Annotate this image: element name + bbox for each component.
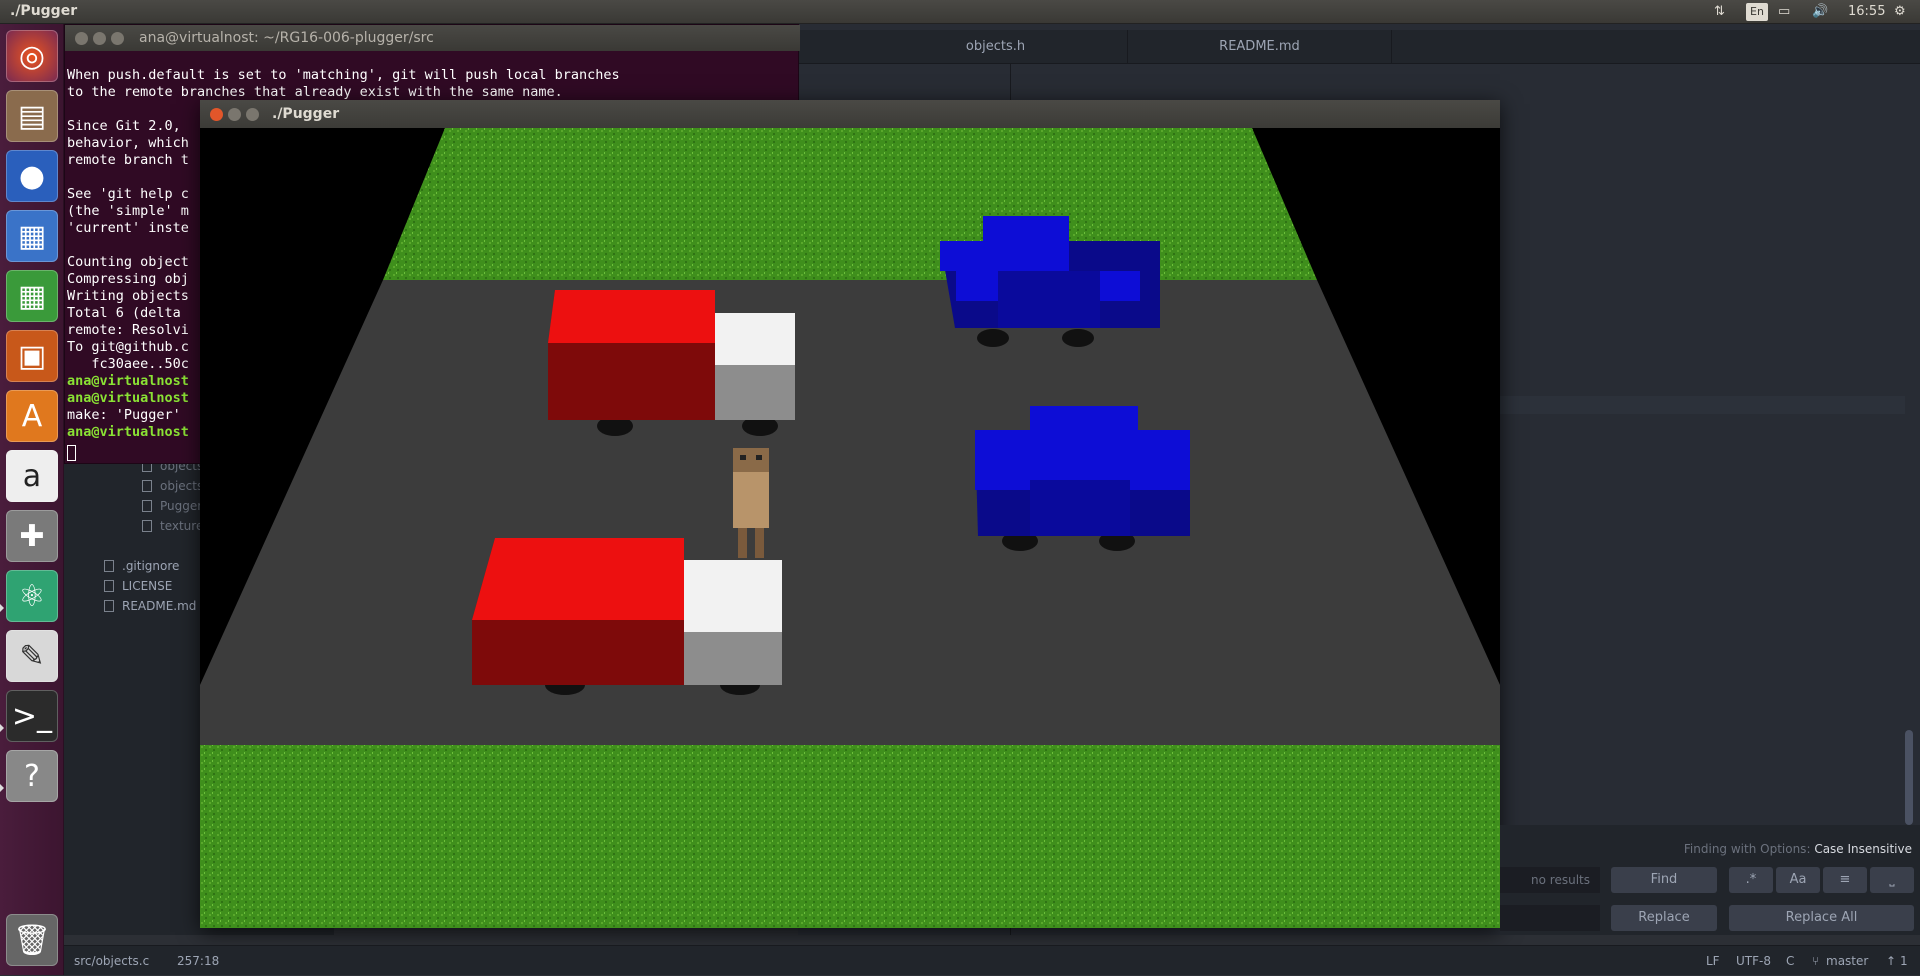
- launcher: ◎ ▤ ● ▦ ▦ ▣ A a ✚ ⚛ ✎ >_ ? 🗑: [0, 24, 64, 975]
- pugger-titlebar: ./Pugger: [200, 100, 1500, 128]
- book-icon: [104, 600, 114, 612]
- terminal-cursor: [67, 445, 76, 461]
- amazon-icon[interactable]: a: [6, 450, 58, 502]
- editor-scrollbar[interactable]: [1905, 730, 1913, 825]
- file-icon: [104, 560, 114, 572]
- regex-toggle[interactable]: .*: [1729, 867, 1773, 893]
- find-button[interactable]: Find: [1611, 867, 1717, 893]
- settings-icon[interactable]: ✚: [6, 510, 58, 562]
- running-indicator: [0, 604, 4, 612]
- tree-file[interactable]: README.md: [104, 596, 196, 616]
- status-line-ending[interactable]: LF: [1706, 946, 1720, 976]
- status-branch[interactable]: master: [1826, 946, 1868, 976]
- gear-icon[interactable]: ⚙: [1894, 2, 1906, 22]
- tree-file[interactable]: .gitignore: [104, 556, 196, 576]
- writer-icon[interactable]: ▦: [6, 210, 58, 262]
- status-push-count[interactable]: 1: [1900, 946, 1908, 976]
- calc-icon[interactable]: ▦: [6, 270, 58, 322]
- status-grammar[interactable]: C: [1786, 946, 1794, 976]
- clock[interactable]: 16:55: [1848, 2, 1885, 22]
- file-icon: [142, 480, 152, 492]
- editor-cursor-line: [1500, 396, 1905, 414]
- impress-icon[interactable]: ▣: [6, 330, 58, 382]
- file-icon: [142, 500, 152, 512]
- minimize-icon[interactable]: [93, 32, 106, 45]
- replace-input[interactable]: [1500, 905, 1600, 931]
- find-input[interactable]: no results: [1500, 867, 1600, 893]
- replace-button[interactable]: Replace: [1611, 905, 1717, 931]
- top-panel: ./Pugger ⇅ En ▭ 🔊 16:55 ⚙: [0, 0, 1920, 24]
- file-icon: [104, 580, 114, 592]
- terminal-icon[interactable]: >_: [6, 690, 58, 742]
- red-truck: [472, 538, 782, 695]
- case-sensitive-toggle[interactable]: Aa: [1776, 867, 1820, 893]
- game-viewport[interactable]: [200, 128, 1500, 928]
- active-window-title: ./Pugger: [10, 3, 78, 19]
- battery-icon[interactable]: ▭: [1778, 2, 1790, 22]
- help-icon[interactable]: ?: [6, 750, 58, 802]
- ubuntu-dash-icon[interactable]: ◎: [6, 30, 58, 82]
- terminal-titlebar: ana@virtualnost: ~/RG16-006-plugger/src: [65, 25, 800, 51]
- whole-word-icon[interactable]: ⎵: [1870, 867, 1914, 893]
- maximize-icon[interactable]: [246, 108, 259, 121]
- terminal-title: ana@virtualnost: ~/RG16-006-plugger/src: [139, 30, 434, 46]
- tree-list-root: .gitignore LICENSE README.md: [104, 556, 196, 616]
- close-icon[interactable]: [210, 108, 223, 121]
- atom-icon[interactable]: ⚛: [6, 570, 58, 622]
- close-icon[interactable]: [75, 32, 88, 45]
- volume-icon[interactable]: 🔊: [1812, 2, 1828, 22]
- files-icon[interactable]: ▤: [6, 90, 58, 142]
- tab-objects-h[interactable]: objects.h: [864, 30, 1128, 64]
- minimize-icon[interactable]: [228, 108, 241, 121]
- running-indicator: [0, 724, 4, 732]
- road: [200, 280, 1500, 745]
- pugger-title: ./Pugger: [272, 106, 340, 122]
- far-grass: [383, 128, 1317, 280]
- near-grass: [200, 745, 1500, 928]
- pugger-window: ./Pugger: [200, 100, 1500, 928]
- push-arrow-icon: ↑: [1886, 954, 1897, 968]
- software-center-icon[interactable]: A: [6, 390, 58, 442]
- tab-readme[interactable]: README.md: [1128, 30, 1392, 64]
- editor-tab-bar: objects.h README.md: [798, 30, 1920, 64]
- in-selection-icon[interactable]: ≡: [1823, 867, 1867, 893]
- terminal-line: When push.default is set to 'matching', …: [67, 67, 620, 83]
- status-encoding[interactable]: UTF-8: [1736, 946, 1771, 976]
- tree-file[interactable]: LICENSE: [104, 576, 196, 596]
- file-icon: [142, 520, 152, 532]
- find-replace-panel: Finding with Options: Case Insensitive n…: [1500, 825, 1920, 935]
- running-indicator: [0, 784, 4, 792]
- replace-all-button[interactable]: Replace All: [1729, 905, 1914, 931]
- terminal-line: to the remote branches that already exis…: [67, 84, 563, 100]
- keyboard-layout-indicator[interactable]: En: [1746, 3, 1768, 21]
- maximize-icon[interactable]: [111, 32, 124, 45]
- branch-icon: ⑂: [1812, 954, 1820, 968]
- status-cursor-position[interactable]: 257:18: [177, 946, 219, 976]
- status-file-path[interactable]: src/objects.c: [74, 946, 149, 976]
- trash-icon[interactable]: 🗑: [6, 914, 58, 966]
- network-icon[interactable]: ⇅: [1714, 2, 1725, 22]
- find-options-text: Finding with Options: Case Insensitive: [1683, 842, 1912, 856]
- text-editor-icon[interactable]: ✎: [6, 630, 58, 682]
- find-results-count: no results: [1531, 873, 1590, 887]
- status-bar: src/objects.c 257:18 LF UTF-8 C ⑂ master…: [64, 945, 1920, 975]
- firefox-icon[interactable]: ●: [6, 150, 58, 202]
